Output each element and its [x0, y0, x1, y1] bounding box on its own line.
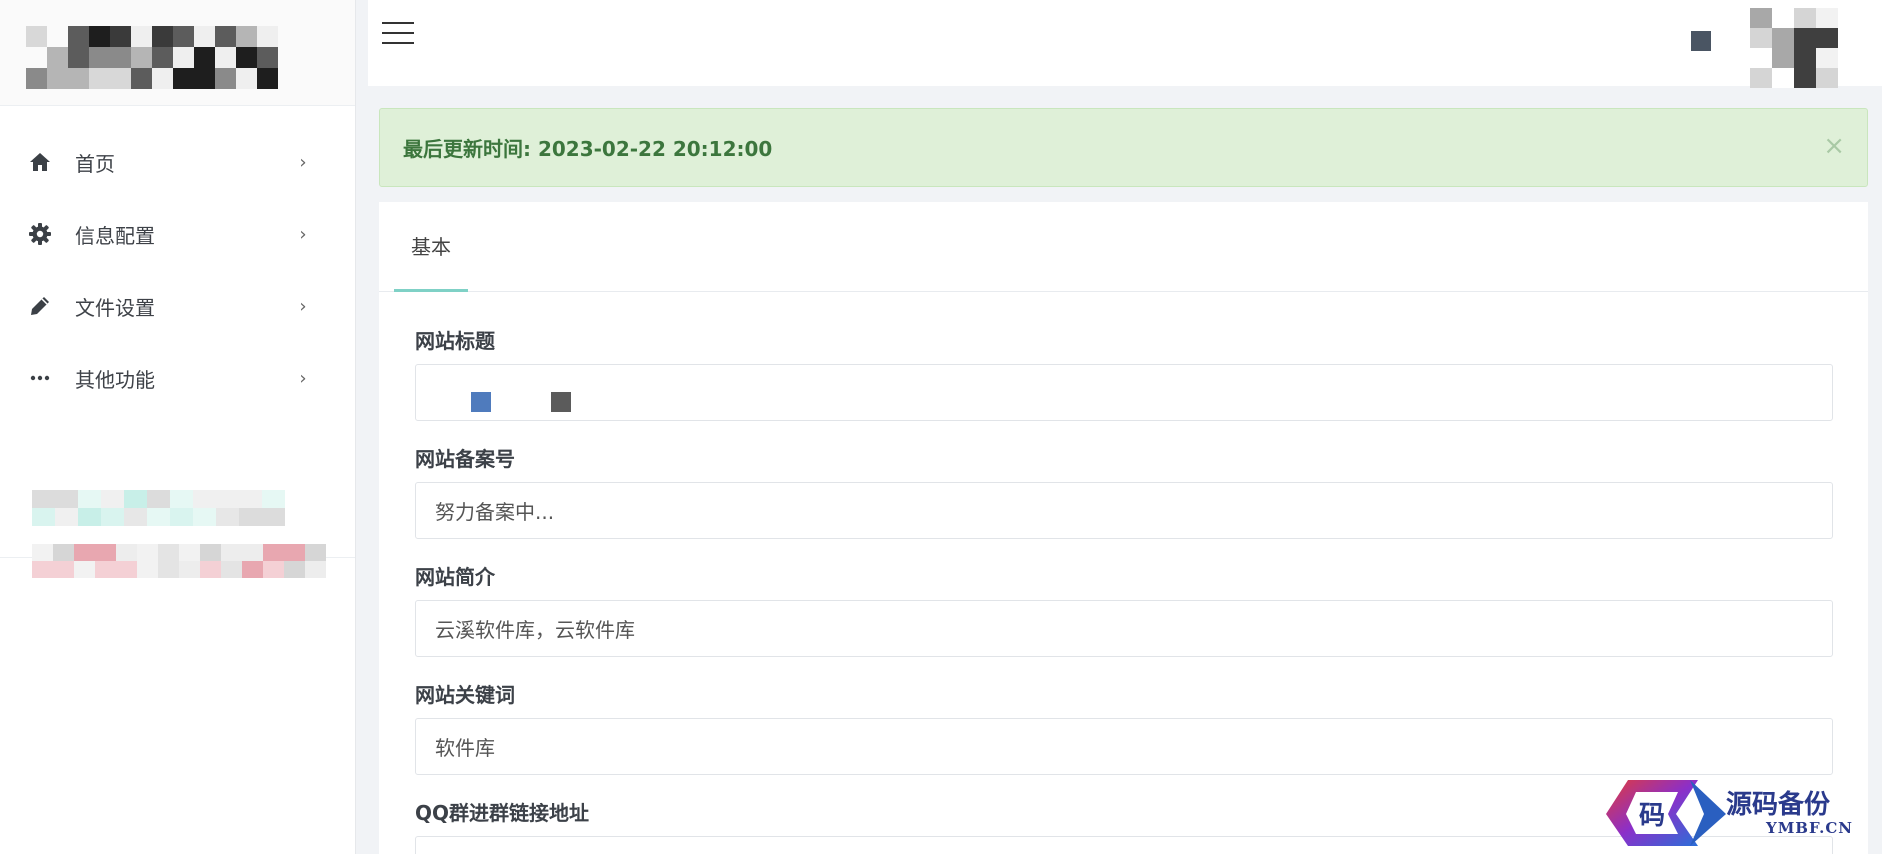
sidebar-item-other[interactable]: 其他功能 ›: [0, 342, 355, 414]
user-info-mosaic: [32, 490, 285, 526]
home-icon: [28, 150, 52, 174]
more-icon: [28, 366, 52, 390]
field-label: 网站备案号: [415, 446, 515, 471]
logo[interactable]: [0, 0, 355, 106]
sidebar-item-label: 信息配置: [75, 223, 155, 248]
site-title-input[interactable]: [415, 364, 1833, 421]
field-value: 努力备案中...: [435, 500, 555, 524]
alert-text: 最后更新时间: 2023-02-22 20:12:00: [403, 137, 773, 161]
description-field: 网站简介 云溪软件库，云软件库: [415, 560, 1833, 657]
keywords-field: 网站关键词 软件库: [415, 678, 1833, 775]
pencil-icon: [28, 294, 52, 318]
close-icon[interactable]: ×: [1823, 133, 1845, 159]
watermark-en: YMBF.CN: [1766, 819, 1854, 837]
settings-panel: 基本 网站标题 网站备案号 努力备案中... 网站简介 云溪软件库，云软件库 网…: [379, 202, 1868, 854]
chevron-right-icon: ›: [299, 367, 307, 389]
chevron-right-icon: ›: [299, 223, 307, 245]
avatar[interactable]: [1750, 8, 1838, 88]
sidebar-item-home[interactable]: 首页 ›: [0, 126, 355, 198]
logo-mosaic: [26, 26, 278, 89]
description-input[interactable]: 云溪软件库，云软件库: [415, 600, 1833, 657]
field-label: 网站简介: [415, 564, 495, 589]
field-value: 软件库: [435, 736, 495, 760]
redacted-block: [471, 392, 491, 412]
watermark-mark: 码: [1639, 801, 1665, 831]
notification-icon[interactable]: [1691, 31, 1711, 51]
chevron-right-icon: ›: [299, 151, 307, 173]
site-title-field: 网站标题: [415, 324, 1833, 421]
watermark-logo-icon: 码: [1606, 780, 1726, 846]
tab-bar: 基本: [379, 202, 1868, 292]
chevron-right-icon: ›: [299, 295, 307, 317]
watermark: 码 源码备份 YMBF.CN: [1598, 774, 1882, 854]
redacted-block: [551, 392, 571, 412]
update-alert: 最后更新时间: 2023-02-22 20:12:00 ×: [379, 108, 1868, 187]
icp-field: 网站备案号 努力备案中...: [415, 442, 1833, 539]
field-value: 云溪软件库，云软件库: [435, 618, 635, 642]
menu-toggle-icon[interactable]: [382, 22, 414, 46]
sidebar-item-file-settings[interactable]: 文件设置 ›: [0, 270, 355, 342]
watermark-cn: 源码备份: [1726, 790, 1831, 820]
user-info-mosaic: [32, 544, 326, 578]
field-label: 网站标题: [415, 328, 495, 353]
keywords-input[interactable]: 软件库: [415, 718, 1833, 775]
sidebar-item-info-config[interactable]: 信息配置 ›: [0, 198, 355, 270]
topbar: [368, 0, 1882, 88]
sidebar-item-label: 文件设置: [75, 295, 155, 320]
sidebar-item-label: 首页: [75, 151, 115, 176]
gear-icon: [28, 222, 52, 246]
tab-basic[interactable]: 基本: [394, 202, 468, 292]
field-label: 网站关键词: [415, 682, 515, 707]
icp-input[interactable]: 努力备案中...: [415, 482, 1833, 539]
sidebar: 首页 › 信息配置 › 文件设置 › 其他功能 ›: [0, 0, 356, 854]
sidebar-item-label: 其他功能: [75, 367, 155, 392]
